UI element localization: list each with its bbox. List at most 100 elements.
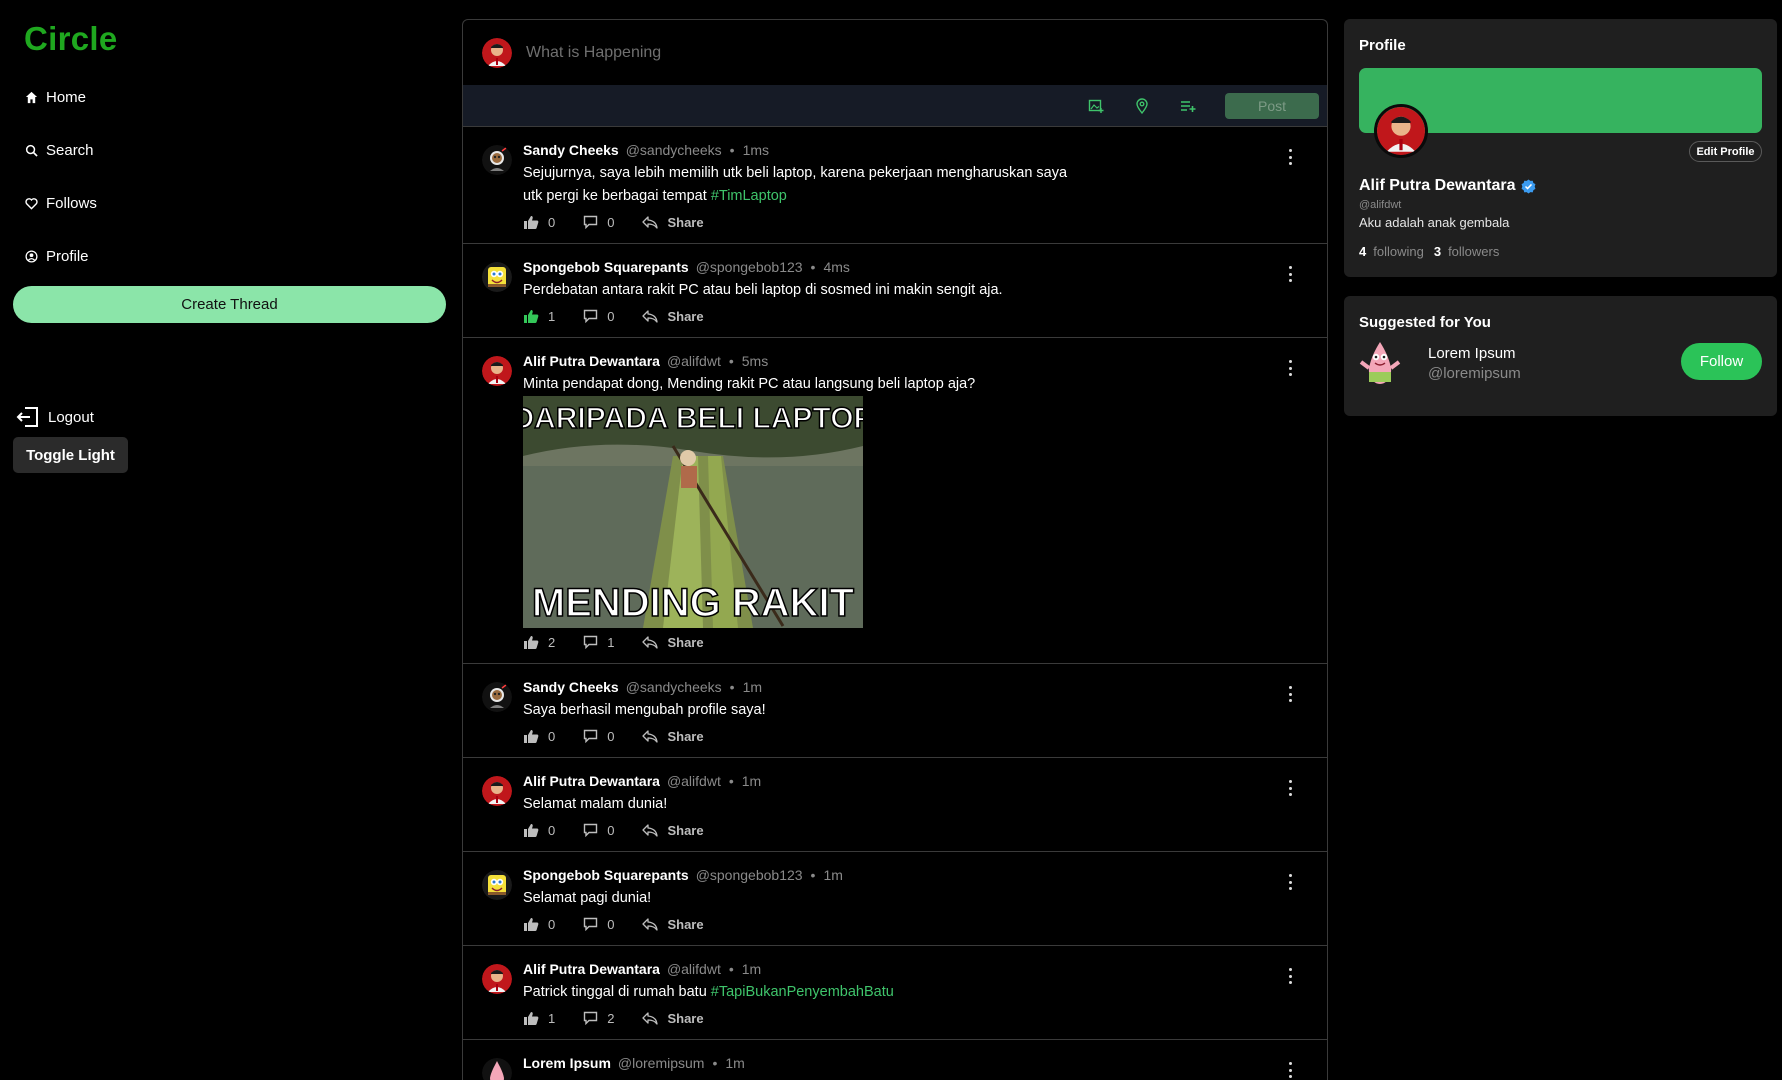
more-options-icon[interactable] [1285,686,1295,702]
thread-item[interactable]: Spongebob Squarepants @spongebob123 • 1m… [463,852,1327,946]
follow-button[interactable]: Follow [1681,343,1762,380]
nav-item-home[interactable]: Home [24,86,97,108]
avatar[interactable] [482,262,512,292]
author-name[interactable]: Spongebob Squarepants [523,259,689,275]
hashtag-link[interactable]: #TapiBukanPenyembahBatu [711,984,894,1000]
reply-button[interactable]: 0 [583,729,614,744]
thread-header: Alif Putra Dewantara @alifdwt • 1m [523,772,1307,790]
like-button[interactable]: 0 [523,823,555,838]
add-list-icon[interactable] [1179,97,1197,115]
avatar [482,37,512,68]
thread-actions: 2 1 Share [523,633,1307,651]
avatar[interactable] [482,870,512,900]
like-button[interactable]: 1 [523,1011,555,1026]
edit-profile-button[interactable]: Edit Profile [1689,141,1762,162]
following-label[interactable]: following [1373,244,1424,259]
author-name[interactable]: Alif Putra Dewantara [523,353,660,369]
author-handle: @sandycheeks [625,142,722,158]
share-button[interactable]: Share [642,635,704,650]
author-name[interactable]: Alif Putra Dewantara [523,773,660,789]
reply-button[interactable]: 0 [583,309,614,324]
suggested-user-info[interactable]: Lorem Ipsum @loremipsum [1428,345,1521,382]
followers-count: 3 [1433,244,1442,259]
avatar[interactable] [482,145,512,175]
thread-item[interactable]: Spongebob Squarepants @spongebob123 • 4m… [463,244,1327,338]
nav-item-profile[interactable]: Profile [24,245,97,267]
nav-label-follows: Follows [46,194,97,212]
hashtag-link[interactable]: #TimLaptop [711,188,787,204]
more-options-icon[interactable] [1285,780,1295,796]
location-pin-icon[interactable] [1133,97,1151,115]
app-logo[interactable]: Circle [24,20,118,58]
author-handle: @alifdwt [666,773,721,789]
reply-button[interactable]: 2 [583,1011,614,1026]
like-button[interactable]: 0 [523,729,555,744]
nav-item-follows[interactable]: Follows [24,192,97,214]
reply-button[interactable]: 0 [583,917,614,932]
like-count: 0 [548,728,556,744]
user-circle-icon [24,249,38,263]
more-options-icon[interactable] [1285,149,1295,165]
thread-item[interactable]: Alif Putra Dewantara @alifdwt • 5ms Mint… [463,338,1327,664]
reply-button[interactable]: 1 [583,635,614,650]
add-image-icon[interactable] [1087,97,1105,115]
author-name[interactable]: Sandy Cheeks [523,679,619,695]
timestamp: 1m [741,961,762,977]
thread-body: Sandy Cheeks @sandycheeks • 1ms Sejujurn… [523,141,1307,231]
like-button[interactable]: 2 [523,635,555,650]
more-options-icon[interactable] [1285,874,1295,890]
thread-content: Patrick tinggal di rumah batu [523,984,711,1000]
composer-input[interactable] [526,43,1226,62]
like-count: 2 [548,634,556,650]
share-button[interactable]: Share [642,917,704,932]
avatar[interactable] [482,1058,512,1080]
thread-item[interactable]: Sandy Cheeks @sandycheeks • 1ms Sejujurn… [463,127,1327,244]
author-name[interactable]: Sandy Cheeks [523,142,619,158]
thread-item[interactable]: Sandy Cheeks @sandycheeks • 1m Saya berh… [463,664,1327,758]
like-button[interactable]: 0 [523,215,555,230]
thread-item[interactable]: Alif Putra Dewantara @alifdwt • 1m Patri… [463,946,1327,1040]
thread-item[interactable]: Alif Putra Dewantara @alifdwt • 1m Selam… [463,758,1327,852]
more-options-icon[interactable] [1285,360,1295,376]
avatar[interactable] [482,682,512,712]
more-options-icon[interactable] [1285,266,1295,282]
avatar[interactable] [482,356,512,386]
like-icon [524,215,539,229]
toggle-theme-button[interactable]: Toggle Light [13,437,128,473]
logout-button[interactable]: Logout [16,406,94,428]
like-count: 0 [548,822,556,838]
share-button[interactable]: Share [642,1011,704,1026]
thread-item[interactable]: Lorem Ipsum @loremipsum • 1m [463,1040,1327,1080]
reply-count: 0 [607,916,615,932]
author-handle: @loremipsum [617,1055,705,1071]
post-button[interactable]: Post [1225,92,1319,119]
followers-label[interactable]: followers [1448,244,1499,259]
reply-button[interactable]: 0 [583,215,614,230]
like-button[interactable]: 1 [523,309,555,324]
avatar[interactable] [482,776,512,806]
avatar[interactable] [482,964,512,994]
like-button[interactable]: 0 [523,917,555,932]
meme-top-text: DARIPADA BELI LAPTOP [523,402,863,435]
share-button[interactable]: Share [642,823,704,838]
author-handle: @alifdwt [666,353,721,369]
profile-name-row: Alif Putra Dewantara [1359,177,1536,195]
share-button[interactable]: Share [642,728,704,744]
share-label: Share [667,728,704,744]
share-button[interactable]: Share [642,309,704,324]
nav-item-search[interactable]: Search [24,139,97,161]
more-options-icon[interactable] [1285,1062,1295,1078]
create-thread-button[interactable]: Create Thread [13,286,446,323]
profile-bio: Aku adalah anak gembala [1359,215,1510,230]
share-button[interactable]: Share [642,215,704,230]
thread-image[interactable]: DARIPADA BELI LAPTOP MENDING RAKIT [523,396,863,628]
verified-badge-icon [1522,178,1536,194]
author-name[interactable]: Alif Putra Dewantara [523,961,660,977]
reply-button[interactable]: 0 [583,823,614,838]
author-name[interactable]: Spongebob Squarepants [523,867,689,883]
share-icon [642,635,659,649]
more-options-icon[interactable] [1285,968,1295,984]
author-name[interactable]: Lorem Ipsum [523,1055,611,1071]
thread-feed: Post Sandy Cheeks @sandycheeks • 1ms Sej… [462,19,1328,1080]
timestamp: 5ms [741,353,769,369]
